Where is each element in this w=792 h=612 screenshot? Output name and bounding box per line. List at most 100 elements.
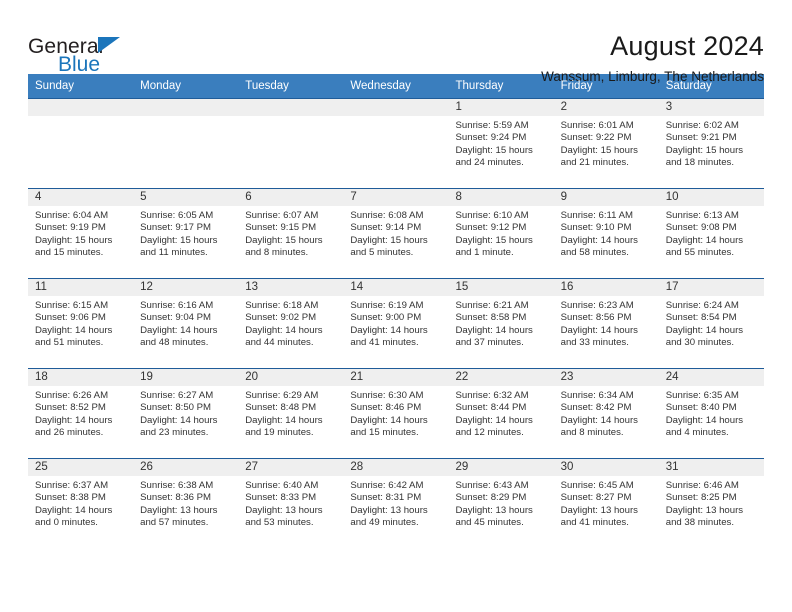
day-cell[interactable]: 29 Sunrise: 6:43 AM Sunset: 8:29 PM Dayligh… [448,459,554,548]
day-details: Sunrise: 6:08 AM Sunset: 9:14 PM Daylight:… [343,206,448,260]
sunset-text: Sunset: 9:22 PM [560,132,632,144]
sunset-text: Sunset: 8:38 PM [35,492,106,504]
day-number: 23 [553,369,659,386]
day-cell[interactable]: 18 Sunrise: 6:26 AM Sunset: 8:52 PM Dayligh… [28,369,134,458]
sunrise-text: Sunrise: 6:38 AM [140,480,214,491]
daylight-text-line1: Daylight: 14 hours [350,414,428,426]
daylight-text-line1: Daylight: 14 hours [35,414,113,426]
daylight-text-line1: Daylight: 13 hours [560,504,638,516]
day-cell[interactable]: 3 Sunrise: 6:02 AM Sunset: 9:21 PM Daylight… [658,99,764,188]
day-cell[interactable]: 8 Sunrise: 6:10 AM Sunset: 9:12 PM Daylight… [448,189,554,278]
day-cell[interactable]: 20 Sunrise: 6:29 AM Sunset: 8:48 PM Dayligh… [238,369,344,458]
daylight-text-line2: and 45 minutes. [455,517,524,529]
sunset-text: Sunset: 8:31 PM [350,492,422,504]
sunrise-text: Sunrise: 6:29 AM [245,390,319,401]
dow-wednesday: Wednesday [350,80,411,92]
day-number: 12 [133,279,239,296]
day-number: 20 [238,369,344,386]
daylight-text-line2: and 37 minutes. [455,337,524,349]
sunrise-text: Sunrise: 6:11 AM [560,210,633,221]
day-cell[interactable]: 14 Sunrise: 6:19 AM Sunset: 9:00 PM Dayligh… [343,279,449,368]
day-number: 28 [343,459,449,476]
day-cell[interactable]: 21 Sunrise: 6:30 AM Sunset: 8:46 PM Dayligh… [343,369,449,458]
week-row: 25 Sunrise: 6:37 AM Sunset: 8:38 PM Dayligh… [28,458,764,548]
day-cell[interactable]: 13 Sunrise: 6:18 AM Sunset: 9:02 PM Dayligh… [238,279,344,368]
day-cell[interactable]: 1 Sunrise: 5:59 AM Sunset: 9:24 PM Daylight… [448,99,554,188]
daylight-text-line2: and 12 minutes. [455,427,524,439]
daylight-text-line2: and 15 minutes. [35,247,104,259]
brand-name-blue: Blue [58,53,101,76]
day-details: Sunrise: 6:10 AM Sunset: 9:12 PM Daylight:… [449,206,554,260]
day-cell[interactable]: 7 Sunrise: 6:08 AM Sunset: 9:14 PM Daylight… [343,189,449,278]
daylight-text-line1: Daylight: 14 hours [665,414,744,426]
daylight-text-line2: and 26 minutes. [35,427,104,439]
day-cell[interactable]: 2 Sunrise: 6:01 AM Sunset: 9:22 PM Daylight… [553,99,659,188]
dow-sunday: Sunday [35,80,75,92]
day-cell[interactable]: 30 Sunrise: 6:45 AM Sunset: 8:27 PM Dayligh… [553,459,659,548]
daylight-text-line2: and 11 minutes. [140,247,208,259]
calendar-page: General Blue August 2024 Wanssum, Limbur… [0,0,792,612]
sunset-text: Sunset: 9:08 PM [665,222,737,234]
sunrise-text: Sunrise: 6:30 AM [350,390,424,401]
day-cell[interactable]: 27 Sunrise: 6:40 AM Sunset: 8:33 PM Dayligh… [238,459,344,548]
day-cell[interactable]: 28 Sunrise: 6:42 AM Sunset: 8:31 PM Dayligh… [343,459,449,548]
day-number: 11 [28,279,134,296]
daylight-text-line1: Daylight: 15 hours [245,234,323,246]
day-number: 25 [28,459,134,476]
sunrise-text: Sunrise: 6:46 AM [665,480,739,491]
day-number: 16 [553,279,659,296]
day-cell[interactable]: 11 Sunrise: 6:15 AM Sunset: 9:06 PM Dayligh… [28,279,134,368]
brand-logo[interactable]: General Blue [28,30,178,75]
sunrise-text: Sunrise: 6:23 AM [560,300,634,311]
daylight-text-line2: and 57 minutes. [140,517,209,529]
day-number: 29 [448,459,554,476]
day-cell[interactable]: 26 Sunrise: 6:38 AM Sunset: 8:36 PM Dayligh… [133,459,239,548]
day-cell[interactable]: 31 Sunrise: 6:46 AM Sunset: 8:25 PM Dayligh… [658,459,764,548]
day-number: 1 [448,99,554,116]
daylight-text-line1: Daylight: 13 hours [350,504,428,516]
day-number: 27 [238,459,344,476]
day-cell[interactable]: 15 Sunrise: 6:21 AM Sunset: 8:58 PM Dayligh… [448,279,554,368]
day-number: 14 [343,279,449,296]
day-cell[interactable]: 25 Sunrise: 6:37 AM Sunset: 8:38 PM Dayligh… [28,459,134,548]
day-cell[interactable]: 19 Sunrise: 6:27 AM Sunset: 8:50 PM Dayligh… [133,369,239,458]
dow-thursday: Thursday [455,80,504,92]
day-cell[interactable]: 22 Sunrise: 6:32 AM Sunset: 8:44 PM Dayligh… [448,369,554,458]
day-cell[interactable]: 17 Sunrise: 6:24 AM Sunset: 8:54 PM Dayligh… [658,279,764,368]
day-details: Sunrise: 6:18 AM Sunset: 9:02 PM Daylight:… [238,296,343,350]
day-cell[interactable]: 16 Sunrise: 6:23 AM Sunset: 8:56 PM Dayligh… [553,279,659,368]
day-cell[interactable]: 9 Sunrise: 6:11 AM Sunset: 9:10 PM Daylight… [553,189,659,278]
sunrise-text: Sunrise: 6:13 AM [665,210,739,221]
daylight-text-line2: and 38 minutes. [665,517,735,529]
daylight-text-line1: Daylight: 14 hours [140,324,218,336]
sunrise-text: Sunrise: 6:04 AM [35,210,109,221]
day-cell[interactable]: 5 Sunrise: 6:05 AM Sunset: 9:17 PM Daylight… [133,189,239,278]
day-cell[interactable]: 4 Sunrise: 6:04 AM Sunset: 9:19 PM Daylight… [28,189,134,278]
day-cell[interactable]: 12 Sunrise: 6:16 AM Sunset: 9:04 PM Dayligh… [133,279,239,368]
daylight-text-line2: and 53 minutes. [245,517,314,529]
day-cell[interactable]: 10 Sunrise: 6:13 AM Sunset: 9:08 PM Dayligh… [658,189,764,278]
day-cell[interactable]: 24 Sunrise: 6:35 AM Sunset: 8:40 PM Dayligh… [658,369,764,458]
day-details: Sunrise: 6:34 AM Sunset: 8:42 PM Daylight:… [554,386,659,440]
day-details: Sunrise: 6:02 AM Sunset: 9:21 PM Daylight:… [659,116,764,170]
day-details: Sunrise: 6:04 AM Sunset: 9:19 PM Daylight:… [28,206,133,260]
daylight-text-line1: Daylight: 14 hours [665,234,744,246]
sunset-text: Sunset: 9:14 PM [350,222,422,234]
daylight-text-line2: and 41 minutes. [560,517,629,529]
day-cell-empty [343,99,449,188]
day-details: Sunrise: 6:16 AM Sunset: 9:04 PM Daylight:… [133,296,238,350]
day-number [133,99,239,116]
day-details: Sunrise: 6:38 AM Sunset: 8:36 PM Daylight:… [133,476,238,530]
day-number: 10 [658,189,764,206]
day-cell[interactable]: 6 Sunrise: 6:07 AM Sunset: 9:15 PM Daylight… [238,189,344,278]
day-cell[interactable]: 23 Sunrise: 6:34 AM Sunset: 8:42 PM Dayligh… [553,369,659,458]
sunset-text: Sunset: 8:29 PM [455,492,527,504]
daylight-text-line1: Daylight: 14 hours [35,324,113,336]
daylight-text-line2: and 44 minutes. [245,337,314,349]
day-details: Sunrise: 6:15 AM Sunset: 9:06 PM Daylight:… [28,296,133,350]
day-details: Sunrise: 6:42 AM Sunset: 8:31 PM Daylight:… [343,476,448,530]
day-details: Sunrise: 6:45 AM Sunset: 8:27 PM Daylight:… [554,476,659,530]
sunset-text: Sunset: 9:24 PM [455,132,527,144]
daylight-text-line1: Daylight: 15 hours [665,144,744,156]
daylight-text-line1: Daylight: 15 hours [35,234,113,246]
